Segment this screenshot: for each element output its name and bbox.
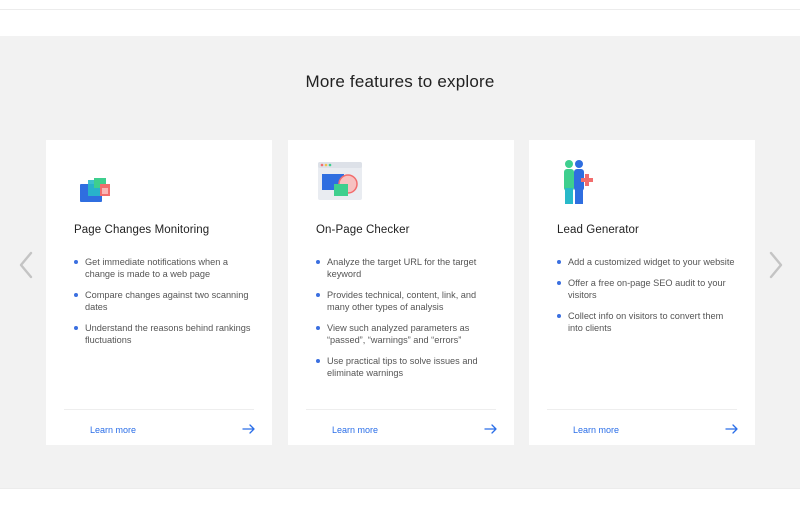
learn-more-link[interactable]: Learn more <box>573 425 619 435</box>
browser-checker-icon <box>316 158 364 206</box>
section-title: More features to explore <box>305 72 495 91</box>
list-item: Provides technical, content, link, and m… <box>316 289 496 313</box>
page-changes-icon <box>74 158 122 206</box>
top-divider <box>0 0 800 10</box>
list-item: Understand the reasons behind rankings f… <box>74 322 254 346</box>
arrow-right-icon[interactable] <box>483 421 499 437</box>
lead-people-icon <box>557 158 605 206</box>
carousel-next-button[interactable] <box>764 245 788 285</box>
card-title: Lead Generator <box>557 224 639 236</box>
arrow-right-icon[interactable] <box>241 421 257 437</box>
chevron-right-icon <box>769 251 783 279</box>
carousel-prev-button[interactable] <box>14 245 38 285</box>
card-footer-divider <box>547 409 737 410</box>
list-item: Compare changes against two scanning dat… <box>74 289 254 313</box>
list-item: Add a customized widget to your website <box>557 256 737 268</box>
feature-card-on-page-checker: On-Page Checker Analyze the target URL f… <box>288 140 514 445</box>
feature-card-page-changes: Page Changes Monitoring Get immediate no… <box>46 140 272 445</box>
list-item: View such analyzed parameters as “passed… <box>316 322 496 346</box>
feature-list: Analyze the target URL for the target ke… <box>316 256 496 388</box>
list-item: Get immediate notifications when a chang… <box>74 256 254 280</box>
learn-more-link[interactable]: Learn more <box>332 425 378 435</box>
bottom-divider <box>0 488 800 530</box>
list-item: Collect info on visitors to convert them… <box>557 310 737 334</box>
card-title: Page Changes Monitoring <box>74 224 210 236</box>
feature-list: Add a customized widget to your website … <box>557 256 737 343</box>
card-title: On-Page Checker <box>316 224 410 236</box>
learn-more-link[interactable]: Learn more <box>90 425 136 435</box>
card-footer-divider <box>64 409 254 410</box>
chevron-left-icon <box>19 251 33 279</box>
card-footer-divider <box>306 409 496 410</box>
feature-list: Get immediate notifications when a chang… <box>74 256 254 355</box>
feature-card-lead-generator: Lead Generator Add a customized widget t… <box>529 140 755 445</box>
list-item: Use practical tips to solve issues and e… <box>316 355 496 379</box>
arrow-right-icon[interactable] <box>724 421 740 437</box>
list-item: Analyze the target URL for the target ke… <box>316 256 496 280</box>
list-item: Offer a free on-page SEO audit to your v… <box>557 277 737 301</box>
